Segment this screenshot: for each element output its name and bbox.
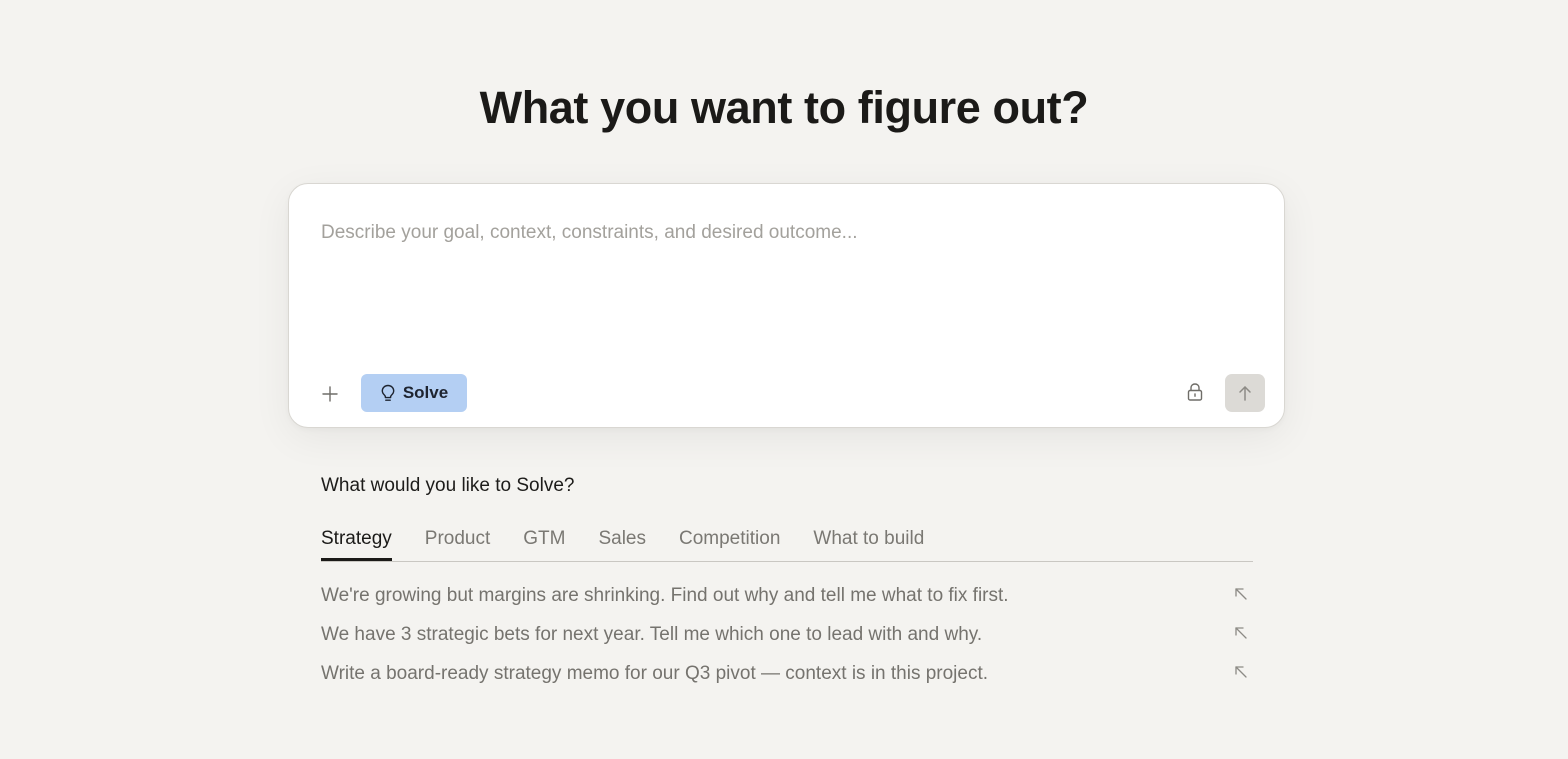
tab-what-to-build[interactable]: What to build xyxy=(813,528,924,561)
suggestion-text: We have 3 strategic bets for next year. … xyxy=(321,623,983,645)
tab-competition[interactable]: Competition xyxy=(679,528,780,561)
plus-icon xyxy=(322,386,338,402)
arrow-up-left-icon xyxy=(1235,666,1247,678)
suggestion-text: We're growing but margins are shrinking.… xyxy=(321,584,1009,606)
tab-product[interactable]: Product xyxy=(425,528,490,561)
privacy-lock-button[interactable] xyxy=(1182,379,1208,405)
add-attachment-button[interactable] xyxy=(315,379,345,409)
suggestions-heading: What would you like to Solve? xyxy=(321,475,575,496)
prompt-composer: Solve xyxy=(288,183,1285,428)
arrow-up-icon xyxy=(1239,386,1251,401)
tab-strategy[interactable]: Strategy xyxy=(321,528,392,561)
prompt-input[interactable] xyxy=(321,222,1251,332)
page-title: What you want to figure out? xyxy=(479,82,1089,133)
lightbulb-icon xyxy=(381,384,395,401)
arrow-up-left-icon xyxy=(1235,588,1247,600)
category-tabs: Strategy Product GTM Sales Competition W… xyxy=(321,528,1253,562)
suggestion-item[interactable]: Write a board-ready strategy memo for ou… xyxy=(321,654,1257,693)
solve-mode-button[interactable]: Solve xyxy=(361,374,467,412)
send-button[interactable] xyxy=(1225,374,1265,412)
tab-sales[interactable]: Sales xyxy=(598,528,646,561)
arrow-up-left-icon xyxy=(1235,627,1247,639)
lock-icon xyxy=(1187,383,1203,401)
suggestion-item[interactable]: We're growing but margins are shrinking.… xyxy=(321,576,1257,615)
page: What you want to figure out? Solve xyxy=(0,0,1568,759)
suggestion-list: We're growing but margins are shrinking.… xyxy=(321,576,1257,693)
solve-button-label: Solve xyxy=(402,383,449,402)
suggestion-item[interactable]: We have 3 strategic bets for next year. … xyxy=(321,615,1257,654)
suggestion-text: Write a board-ready strategy memo for ou… xyxy=(321,662,989,684)
tab-gtm[interactable]: GTM xyxy=(523,528,565,561)
